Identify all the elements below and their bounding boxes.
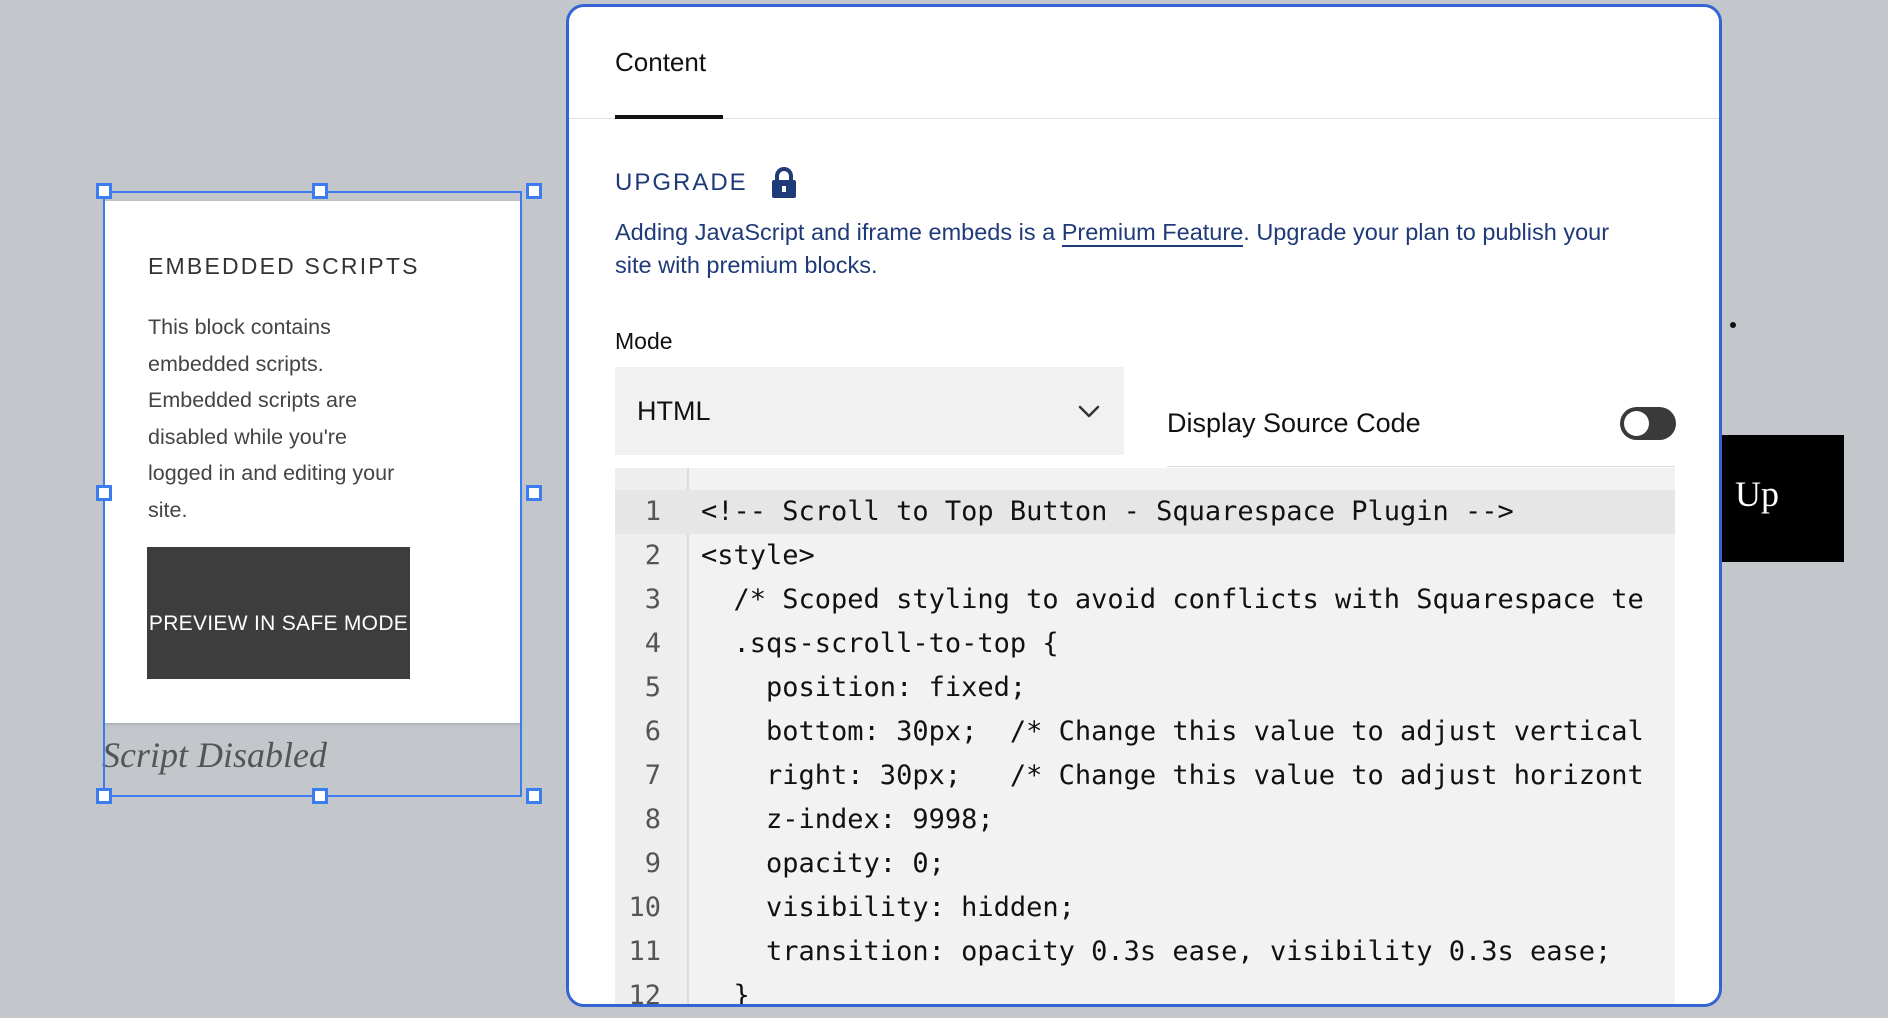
line-number: 9 xyxy=(644,848,661,879)
code-editor[interactable]: 1 <!-- Scroll to Top Button - Squarespace… xyxy=(615,468,1675,1007)
mode-select-value: HTML xyxy=(637,396,711,426)
line-number: 7 xyxy=(644,760,661,791)
line-number: 1 xyxy=(644,496,661,527)
block-selection-frame xyxy=(103,191,522,797)
code-line[interactable]: 3 /* Scoped styling to avoid conflicts w… xyxy=(615,578,1675,622)
panel-tab-bar: Content xyxy=(569,7,1719,119)
code-text: opacity: 0; xyxy=(701,848,945,879)
code-text: /* Scoped styling to avoid conflicts wit… xyxy=(701,584,1644,615)
code-text: right: 30px; /* Change this value to adj… xyxy=(701,760,1644,791)
background-button-text: Up xyxy=(1735,474,1779,514)
code-text: } xyxy=(701,980,750,1007)
code-line[interactable]: 11 transition: opacity 0.3s ease, visibi… xyxy=(615,930,1675,974)
mode-select[interactable]: HTML xyxy=(615,367,1124,455)
editor-canvas: Up EMBEDDED SCRIPTS This block contains … xyxy=(0,0,1888,1018)
code-text: transition: opacity 0.3s ease, visibilit… xyxy=(701,936,1612,967)
code-text: .sqs-scroll-to-top { xyxy=(701,628,1059,659)
line-number: 2 xyxy=(644,540,661,571)
premium-feature-link[interactable]: Premium Feature xyxy=(1061,219,1244,247)
active-tab-indicator xyxy=(615,115,723,119)
resize-handle-top-right[interactable] xyxy=(526,183,542,199)
code-lines: 1 <!-- Scroll to Top Button - Squarespace… xyxy=(615,490,1675,1007)
code-line[interactable]: 9 opacity: 0; xyxy=(615,842,1675,886)
line-number: 6 xyxy=(644,716,661,747)
line-number: 10 xyxy=(628,892,661,923)
code-line[interactable]: 7 right: 30px; /* Change this value to a… xyxy=(615,754,1675,798)
display-source-toggle[interactable] xyxy=(1620,407,1676,440)
upgrade-label: UPGRADE xyxy=(615,169,748,196)
line-number: 4 xyxy=(644,628,661,659)
resize-handle-right[interactable] xyxy=(526,485,542,501)
code-line[interactable]: 12 } xyxy=(615,974,1675,1007)
display-source-row: Display Source Code xyxy=(1167,367,1676,467)
code-line[interactable]: 6 bottom: 30px; /* Change this value to … xyxy=(615,710,1675,754)
background-dot xyxy=(1730,322,1736,328)
code-line[interactable]: 8 z-index: 9998; xyxy=(615,798,1675,842)
resize-handle-bottom[interactable] xyxy=(312,788,328,804)
toggle-knob xyxy=(1624,411,1649,436)
code-text: position: fixed; xyxy=(701,672,1027,703)
upgrade-text-before: Adding JavaScript and iframe embeds is a xyxy=(615,219,1062,245)
line-number: 12 xyxy=(628,980,661,1007)
resize-handle-bottom-left[interactable] xyxy=(96,788,112,804)
line-number: 8 xyxy=(644,804,661,835)
resize-handle-left[interactable] xyxy=(96,485,112,501)
code-line[interactable]: 2 <style> xyxy=(615,534,1675,578)
resize-handle-top[interactable] xyxy=(312,183,328,199)
display-source-label: Display Source Code xyxy=(1167,408,1421,438)
code-line[interactable]: 1 <!-- Scroll to Top Button - Squarespace… xyxy=(615,490,1675,534)
code-line[interactable]: 10 visibility: hidden; xyxy=(615,886,1675,930)
code-block-editor-panel: Content UPGRADE Adding JavaScript and if… xyxy=(566,4,1722,1007)
line-number: 3 xyxy=(644,584,661,615)
upgrade-header: UPGRADE xyxy=(615,167,798,199)
code-text: <!-- Scroll to Top Button - Squarespace … xyxy=(701,496,1514,527)
lock-icon xyxy=(771,167,796,198)
upgrade-message: Adding JavaScript and iframe embeds is a… xyxy=(615,216,1645,282)
tab-content[interactable]: Content xyxy=(615,47,706,78)
code-text: z-index: 9998; xyxy=(701,804,994,835)
resize-handle-bottom-right[interactable] xyxy=(526,788,542,804)
code-line[interactable]: 4 .sqs-scroll-to-top { xyxy=(615,622,1675,666)
line-number: 11 xyxy=(628,936,661,967)
code-text: visibility: hidden; xyxy=(701,892,1075,923)
code-text: <style> xyxy=(701,540,815,571)
code-text: bottom: 30px; /* Change this value to ad… xyxy=(701,716,1644,747)
line-number: 5 xyxy=(644,672,661,703)
chevron-down-icon xyxy=(1078,405,1100,418)
resize-handle-top-left[interactable] xyxy=(96,183,112,199)
mode-label: Mode xyxy=(615,328,673,354)
code-line[interactable]: 5 position: fixed; xyxy=(615,666,1675,710)
